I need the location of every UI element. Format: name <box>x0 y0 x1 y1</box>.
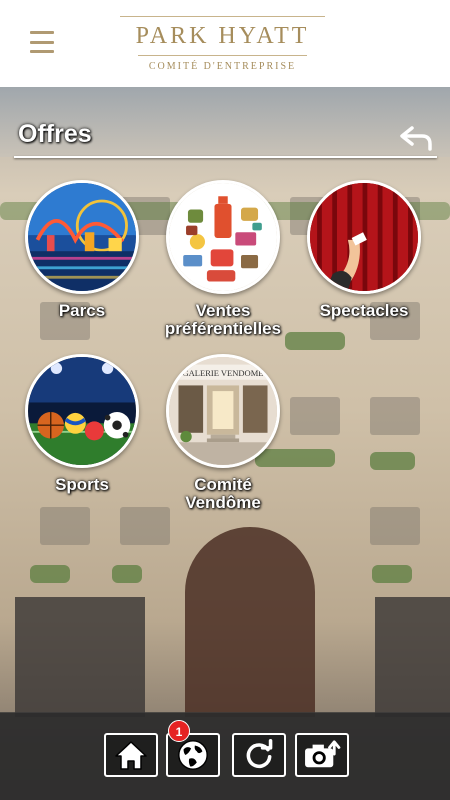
sports-balls-image <box>25 354 139 468</box>
brand-logo: PARK HYATT COMITÉ D'ENTREPRISE <box>110 16 335 72</box>
theater-curtain-image <box>307 180 421 294</box>
notification-badge: 1 <box>168 720 190 742</box>
back-arrow-icon[interactable] <box>398 125 434 151</box>
offer-label: Sports <box>55 475 109 494</box>
brand-subtitle: COMITÉ D'ENTREPRISE <box>148 61 297 72</box>
offer-comite-vendome[interactable]: GALERIE VENDOME Comité Vendôme <box>158 354 288 512</box>
brand-title: PARK HYATT <box>135 23 310 49</box>
bottom-nav-bar <box>0 713 450 800</box>
offer-label: Spectacles <box>319 301 409 320</box>
amusement-park-image <box>25 180 139 294</box>
camera-upload-icon <box>305 740 341 768</box>
galerie-vendome-image: GALERIE VENDOME <box>166 354 280 468</box>
title-divider <box>14 156 437 158</box>
refresh-button[interactable] <box>232 733 286 777</box>
home-button[interactable] <box>104 733 158 777</box>
hamburger-menu-icon[interactable] <box>30 31 54 53</box>
globe-icon <box>178 740 208 770</box>
camera-upload-button[interactable] <box>295 733 349 777</box>
offer-label: Ventes préférentielles <box>164 301 282 338</box>
shopping-items-image <box>166 180 280 294</box>
offer-ventes-preferentielles[interactable]: Ventes préférentielles <box>158 180 288 338</box>
offer-label: Parcs <box>58 301 106 320</box>
svg-text:GALERIE VENDOME: GALERIE VENDOME <box>183 368 264 378</box>
offer-sports[interactable]: Sports <box>17 354 147 494</box>
offer-parcs[interactable]: Parcs <box>17 180 147 320</box>
app-header: PARK HYATT COMITÉ D'ENTREPRISE <box>0 0 450 87</box>
home-icon <box>115 741 147 770</box>
page-title: Offres <box>18 120 92 148</box>
offer-spectacles[interactable]: Spectacles <box>299 180 429 320</box>
offer-label: Comité Vendôme <box>185 475 261 512</box>
refresh-icon <box>246 739 273 769</box>
